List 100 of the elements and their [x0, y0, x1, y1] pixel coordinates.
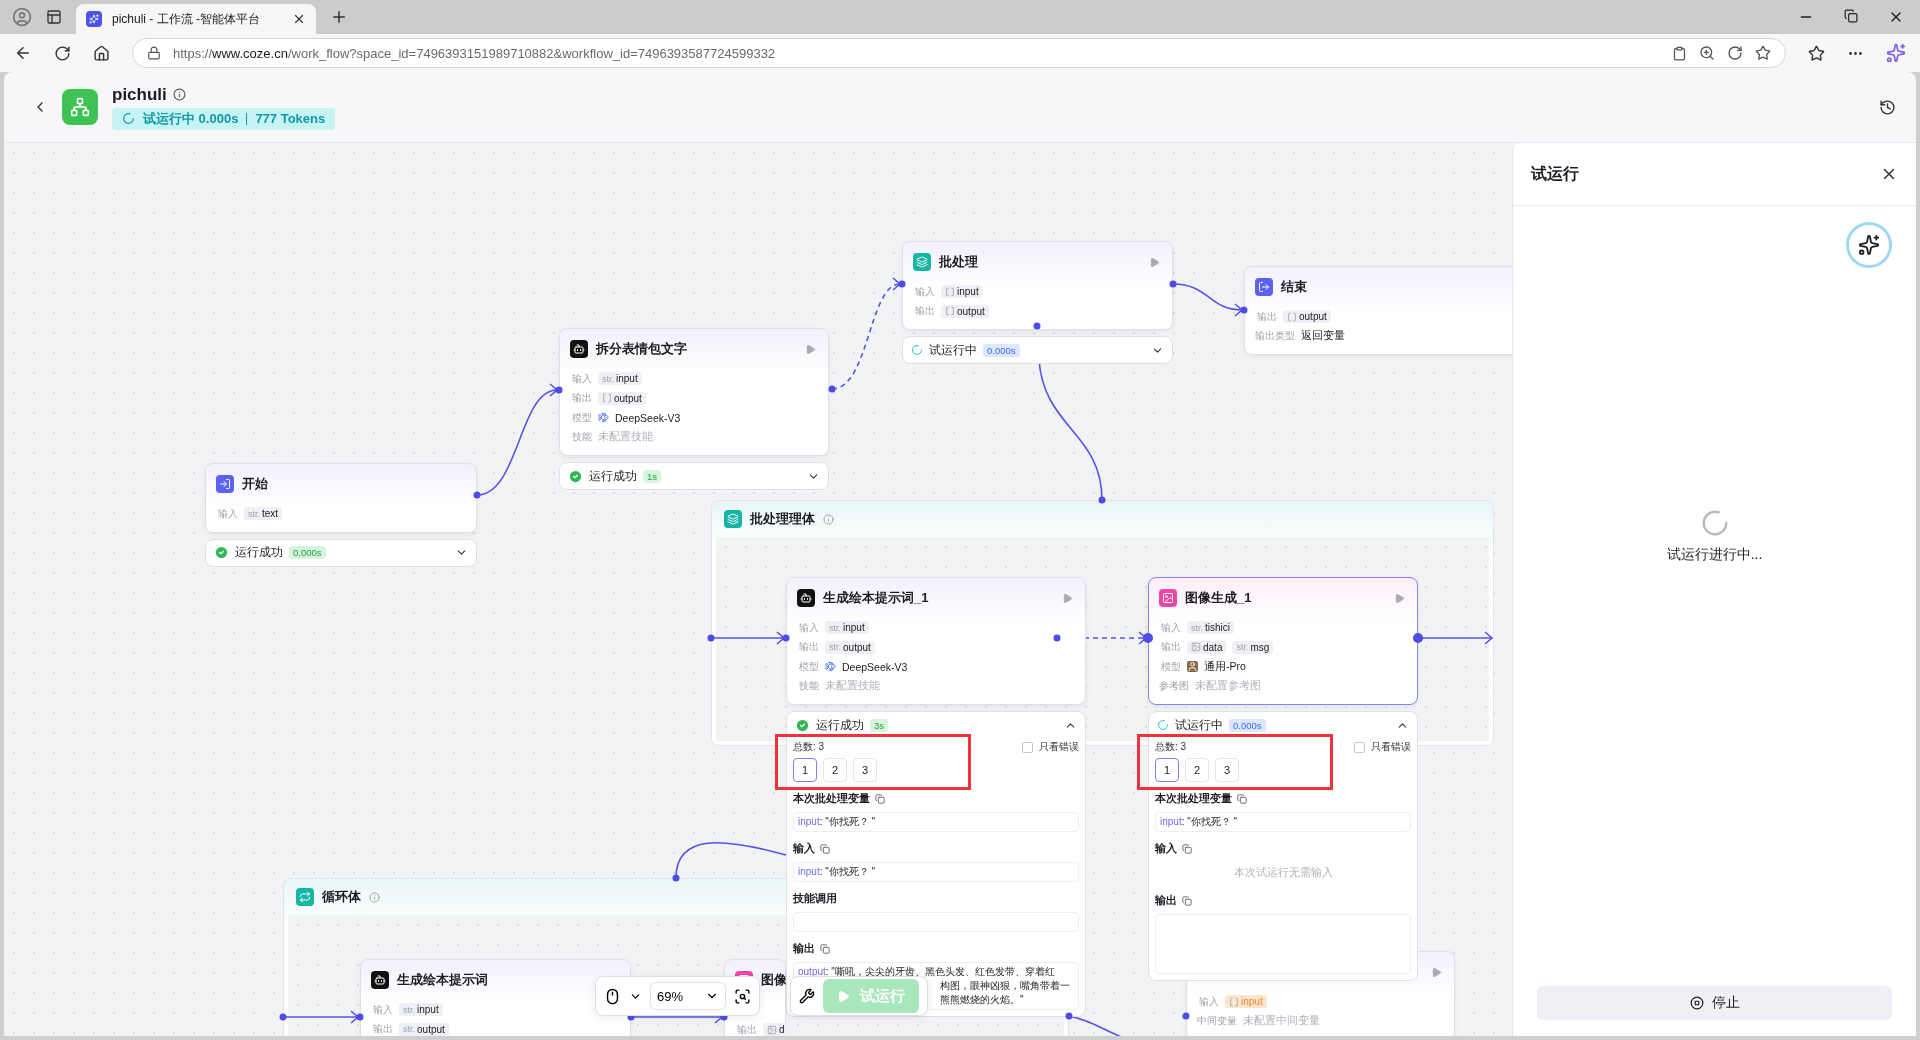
connection-port[interactable]	[1065, 1012, 1073, 1020]
star-icon[interactable]	[1755, 45, 1771, 61]
info-icon[interactable]	[172, 88, 186, 101]
home-icon[interactable]	[93, 44, 110, 62]
browser-tab[interactable]: pichuli - 工作流 -智能体平台	[76, 4, 316, 34]
brackets-icon	[602, 393, 612, 404]
clipboard-icon[interactable]	[1672, 45, 1687, 61]
copy-icon[interactable]	[1182, 896, 1192, 906]
close-tab-icon[interactable]	[292, 12, 306, 26]
robot-icon	[570, 340, 588, 358]
field-label: 输入	[798, 620, 819, 635]
restore-icon[interactable]	[1844, 9, 1858, 23]
field-value: 返回变量	[1301, 329, 1345, 344]
page-button[interactable]: 1	[793, 758, 817, 782]
page-button[interactable]: 3	[853, 758, 877, 782]
section-title: 输出	[793, 942, 815, 956]
stop-icon	[1689, 996, 1704, 1010]
connection-port[interactable]	[1098, 496, 1106, 504]
field-label: 技能	[571, 430, 592, 445]
connection-port[interactable]	[828, 385, 836, 393]
group-title: 循环体	[322, 888, 361, 906]
connection-port[interactable]	[473, 491, 481, 499]
connection-port[interactable]	[672, 874, 680, 882]
status-label: 试运行中	[1175, 716, 1223, 734]
minimap-icon[interactable]	[734, 987, 751, 1005]
play-icon	[837, 989, 850, 1003]
copy-icon[interactable]	[820, 844, 830, 854]
connection-port[interactable]	[707, 634, 715, 642]
connection-port[interactable]	[1169, 280, 1177, 288]
section-title: 输出	[1155, 894, 1177, 908]
tab-actions-icon[interactable]	[46, 9, 62, 25]
field-label: 中间变量	[1197, 1014, 1237, 1029]
brackets-icon	[945, 286, 955, 297]
image-icon	[1191, 642, 1201, 653]
connection-port[interactable]	[1033, 322, 1041, 330]
zoom-icon[interactable]	[1699, 45, 1715, 61]
back-icon[interactable]	[14, 44, 32, 62]
copy-icon[interactable]	[1182, 844, 1192, 854]
duration-badge: 1s	[643, 469, 662, 483]
connection-port[interactable]	[279, 1013, 287, 1021]
field-label: 输入	[217, 506, 238, 521]
section-title: 技能调用	[793, 892, 837, 906]
copy-icon[interactable]	[875, 794, 885, 804]
page-button[interactable]: 3	[1215, 758, 1239, 782]
group-title: 批处理理体	[750, 510, 815, 528]
connection-port[interactable]	[782, 634, 790, 642]
variable-name: text	[262, 508, 279, 520]
node-card[interactable]: 结束 输出 output 输出类型 返回变量	[1244, 266, 1512, 355]
node-title: 结束	[1281, 278, 1308, 296]
field-label: 输入	[372, 1002, 393, 1017]
refresh-icon[interactable]	[1727, 45, 1743, 61]
fish-icon	[598, 412, 609, 424]
brackets-icon	[1229, 996, 1239, 1007]
node-card[interactable]: 拆分表情包文字 输入 str. input 输出 output 模型 DeepSeek-V3 技能 未配置技能	[559, 328, 829, 456]
node-card[interactable]: 生成绘本提示词 输入 str. input 输出 str. output	[360, 959, 631, 1036]
connection-port[interactable]	[1182, 1012, 1190, 1020]
history-icon[interactable]	[1879, 98, 1896, 116]
type-prefix: str.	[403, 1024, 415, 1035]
layers-icon	[913, 253, 931, 271]
checkbox[interactable]	[1022, 741, 1033, 753]
assistant-icon[interactable]	[1886, 43, 1906, 63]
connection-port[interactable]	[1053, 634, 1061, 642]
value-text: input: "你找死？ "	[798, 865, 877, 879]
address-bar[interactable]: https://www.coze.cn/work_flow?space_id=7496393151989710882&workflow_id=7496393587724599332	[132, 38, 1786, 68]
new-tab-icon[interactable]	[330, 8, 348, 26]
page-button[interactable]: 2	[1185, 758, 1209, 782]
connection-port[interactable]	[356, 1013, 364, 1021]
stop-button[interactable]: 停止	[1537, 986, 1892, 1020]
page-button[interactable]: 2	[823, 758, 847, 782]
connection-port[interactable]	[1413, 633, 1423, 643]
favorites-icon[interactable]	[1808, 44, 1825, 62]
zoom-select[interactable]: 69%	[650, 982, 726, 1010]
reload-icon[interactable]	[54, 44, 71, 62]
copy-icon[interactable]	[1237, 794, 1247, 804]
status-label: 运行成功	[589, 467, 637, 485]
variable-name: input	[616, 373, 638, 385]
spinner-icon	[1699, 508, 1730, 538]
profile-icon[interactable]	[12, 7, 32, 27]
node-card[interactable]: 批处理 输入 input 输出 output	[902, 241, 1173, 330]
layers-icon	[724, 510, 742, 528]
copy-icon[interactable]	[820, 944, 830, 954]
url-text: https://www.coze.cn/work_flow?space_id=7496393151989710882&workflow_id=7496393587724599332	[173, 45, 777, 61]
wrench-icon[interactable]	[799, 988, 815, 1004]
app-logo	[62, 89, 98, 125]
workflow-title: pichuli	[112, 84, 167, 105]
node-card[interactable]: 开始 输入 str. text	[205, 463, 477, 533]
node-card[interactable]: 图像生成_1 输入 str. tishici 输出 data str. msg 模型 通用-Pro 参考图 未配置参考图	[1148, 577, 1418, 705]
connection-port[interactable]	[555, 386, 563, 394]
node-card[interactable]: 生成绘本提示词_1 输入 str. input 输出 str. output 模型 DeepSeek-V3 技能 未配置技能	[786, 577, 1086, 705]
type-prefix: str.	[829, 622, 841, 633]
connection-port[interactable]	[898, 280, 906, 288]
checkbox[interactable]	[1354, 741, 1365, 753]
connection-port[interactable]	[1240, 306, 1248, 314]
connection-port[interactable]	[1143, 633, 1153, 643]
status-label: 运行成功	[235, 544, 283, 561]
field-label: 输入	[1160, 620, 1181, 635]
duration-badge: 0.000s	[289, 546, 326, 559]
mouse-icon[interactable]	[604, 987, 621, 1005]
page-button[interactable]: 1	[1155, 758, 1179, 782]
checkbox-label: 只看错误	[1371, 740, 1411, 754]
